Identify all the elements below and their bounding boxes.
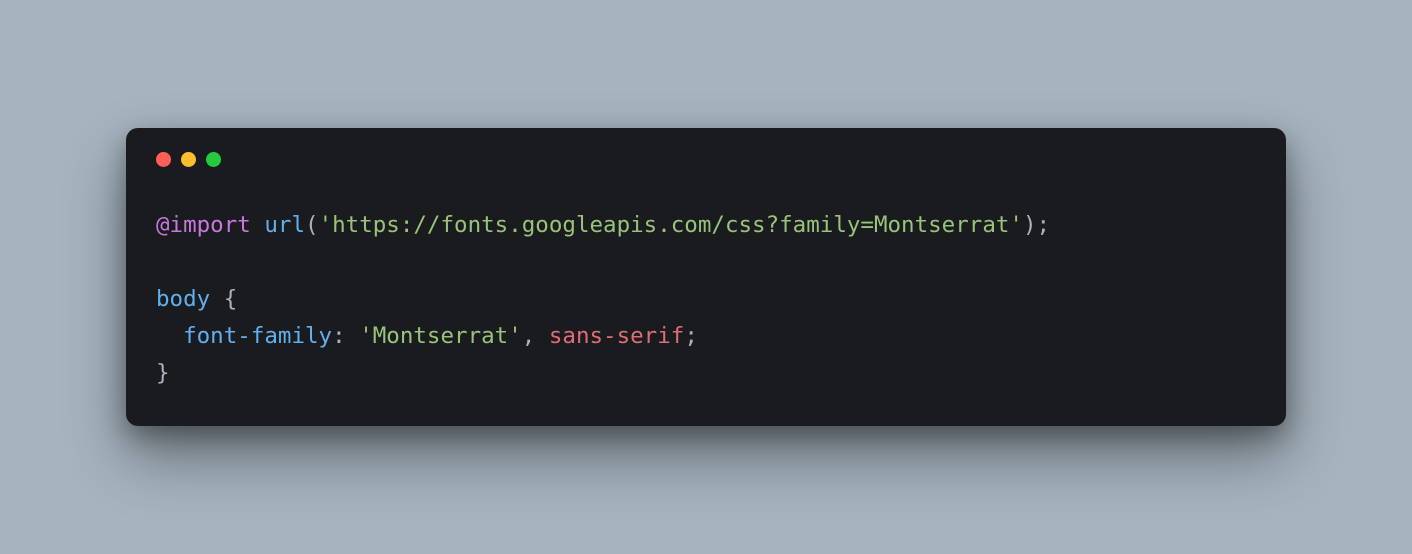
semicolon: ;	[1037, 212, 1051, 238]
url-function: url	[264, 212, 305, 238]
selector: body	[156, 286, 210, 312]
indent	[156, 323, 183, 349]
at-rule: @import	[156, 212, 251, 238]
string-quote: '	[319, 212, 333, 238]
string-quote: '	[508, 323, 522, 349]
colon: :	[332, 323, 359, 349]
brace-open: {	[210, 286, 237, 312]
code-window: @import url('https://fonts.googleapis.co…	[126, 128, 1286, 427]
semicolon: ;	[684, 323, 698, 349]
paren-open: (	[305, 212, 319, 238]
code-block: @import url('https://fonts.googleapis.co…	[156, 207, 1256, 393]
string-quote: '	[1009, 212, 1023, 238]
minimize-icon[interactable]	[181, 152, 196, 167]
property: font-family	[183, 323, 332, 349]
font-name: Montserrat	[373, 323, 508, 349]
url-string: https://fonts.googleapis.com/css?family=…	[332, 212, 1009, 238]
zoom-icon[interactable]	[206, 152, 221, 167]
paren-close: )	[1023, 212, 1037, 238]
brace-close: }	[156, 360, 170, 386]
close-icon[interactable]	[156, 152, 171, 167]
string-quote: '	[359, 323, 373, 349]
font-fallback: sans-serif	[549, 323, 684, 349]
comma: ,	[522, 323, 549, 349]
window-titlebar	[156, 152, 1256, 167]
